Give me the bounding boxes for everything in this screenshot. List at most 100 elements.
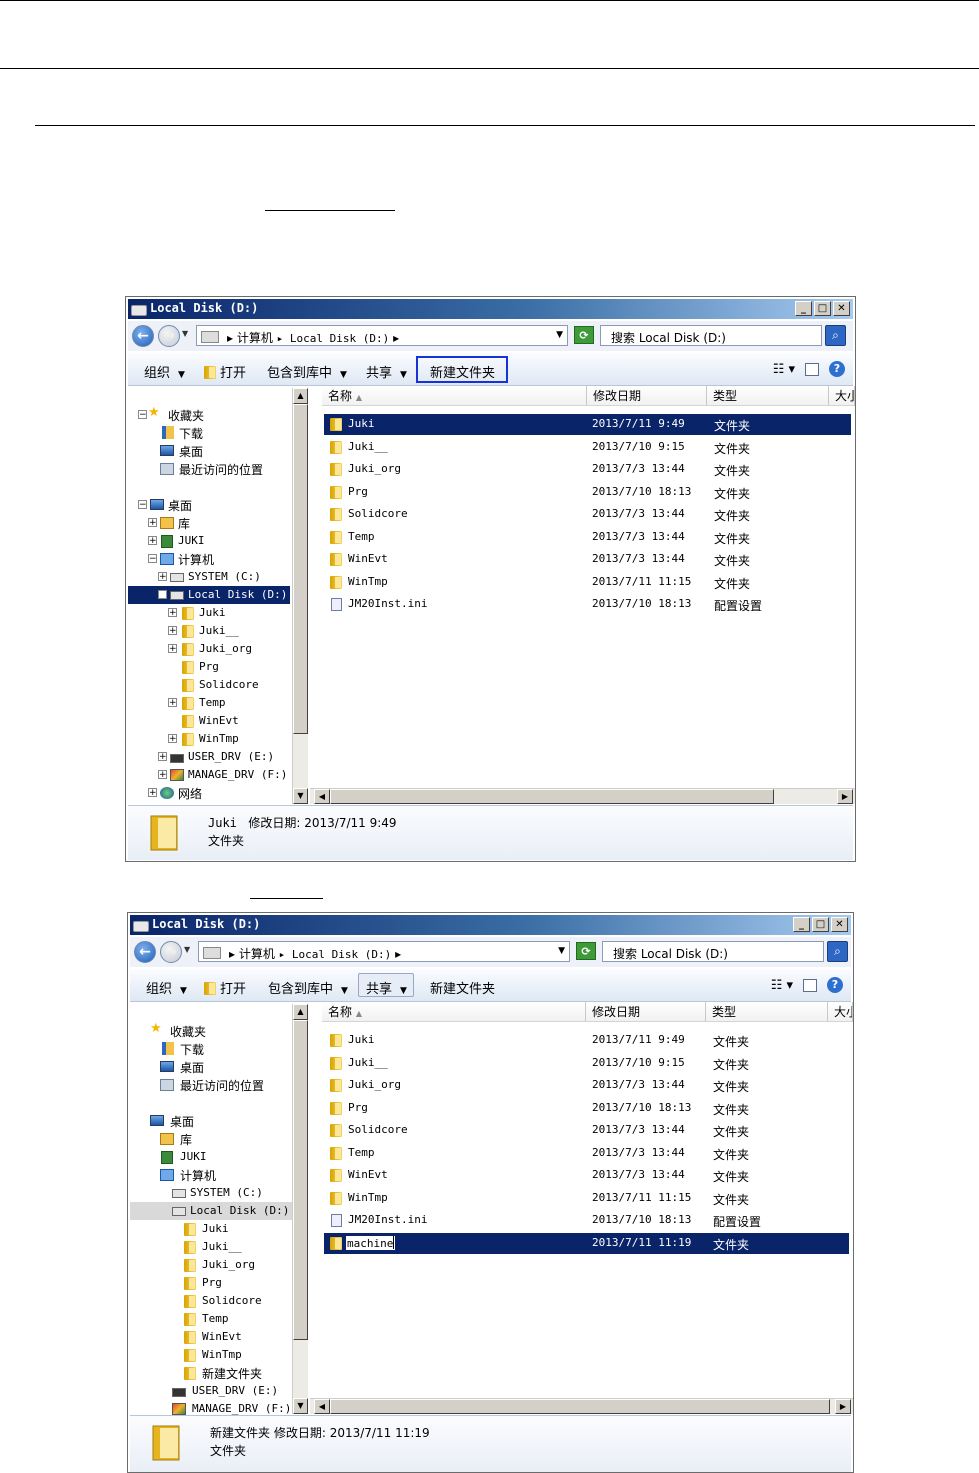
scroll-thumb[interactable] — [330, 789, 774, 804]
breadcrumb-computer[interactable]: ▸ 计算机 — [229, 947, 275, 961]
minimize-button[interactable]: _ — [795, 301, 812, 316]
tree-item-downloads[interactable]: 下载 — [128, 424, 290, 442]
address-field[interactable]: ▸ 计算机 ▸ Local Disk (D:) ▸ ▼ — [196, 325, 568, 346]
file-row[interactable]: Solidcore 2013/7/3 13:44 文件夹 — [324, 1120, 849, 1141]
organize-menu[interactable]: 组织 ▼ — [146, 978, 187, 997]
tree-item-temp[interactable]: Temp — [130, 1310, 292, 1328]
tree-item-user-drv-e[interactable]: + USER_DRV (E:) — [128, 748, 290, 766]
scroll-thumb[interactable] — [293, 404, 308, 734]
rename-input[interactable]: machine — [346, 1236, 396, 1250]
file-row[interactable]: WinEvt 2013/7/3 13:44 文件夹 — [324, 1165, 849, 1186]
search-button[interactable]: ⌕ — [825, 325, 846, 346]
tree-item-winevt[interactable]: WinEvt — [128, 712, 290, 730]
column-header-name[interactable]: 名称 ▲ — [322, 386, 587, 406]
tree-item-solidcore[interactable]: Solidcore — [128, 676, 290, 694]
file-row[interactable]: Juki__ 2013/7/10 9:15 文件夹 — [324, 437, 851, 458]
breadcrumb-chevron[interactable]: ▸ — [393, 331, 399, 345]
file-row[interactable]: JM20Inst.ini 2013/7/10 18:13 配置设置 — [324, 1210, 849, 1231]
column-header-name[interactable]: 名称 ▲ — [322, 1002, 586, 1022]
tree-item-desktop[interactable]: − 桌面 — [128, 496, 290, 514]
file-row[interactable]: Prg 2013/7/10 18:13 文件夹 — [324, 482, 851, 503]
share-menu[interactable]: 共享 ▼ — [366, 978, 407, 997]
open-button[interactable]: 打开 — [204, 362, 246, 381]
tree-item-wintmp[interactable]: + WinTmp — [128, 730, 290, 748]
view-options-icon[interactable]: ☷ ▾ — [771, 978, 793, 993]
search-input[interactable]: 搜索 Local Disk (D:) — [602, 941, 824, 962]
file-row-renaming[interactable]: machine 2013/7/11 11:19 文件夹 — [324, 1233, 849, 1254]
scroll-up-icon[interactable]: ▲ — [293, 1004, 308, 1020]
tree-item-juki-org[interactable]: Juki_org — [130, 1256, 292, 1274]
tree-item-favorites[interactable]: − ★ 收藏夹 — [128, 405, 290, 424]
breadcrumb-local-disk[interactable]: ▸ Local Disk (D:) — [279, 948, 392, 961]
share-menu[interactable]: 共享 ▼ — [366, 362, 407, 381]
column-header-date[interactable]: 修改日期 — [586, 1002, 706, 1022]
tree-item-desktop-fav[interactable]: 桌面 — [130, 1058, 292, 1076]
column-header-type[interactable]: 类型 — [707, 386, 829, 406]
close-button[interactable]: ✕ — [833, 301, 850, 316]
search-button[interactable]: ⌕ — [827, 941, 848, 962]
file-row[interactable]: Juki 2013/7/11 9:49 文件夹 — [324, 1030, 849, 1051]
refresh-button[interactable]: ⟳ — [574, 326, 594, 344]
scroll-down-icon[interactable]: ▼ — [293, 788, 308, 804]
file-row[interactable]: Juki 2013/7/11 9:49 文件夹 — [324, 414, 851, 435]
tree-item-wintmp[interactable]: WinTmp — [130, 1346, 292, 1364]
tree-item-temp[interactable]: + Temp — [128, 694, 290, 712]
tree-item-prg[interactable]: Prg — [130, 1274, 292, 1292]
search-input[interactable]: 搜索 Local Disk (D:) — [600, 325, 822, 346]
new-folder-button[interactable]: 新建文件夹 — [430, 978, 495, 997]
scroll-left-icon[interactable]: ◀ — [314, 789, 330, 804]
file-row[interactable]: WinEvt 2013/7/3 13:44 文件夹 — [324, 549, 851, 570]
file-row[interactable]: Juki__ 2013/7/10 9:15 文件夹 — [324, 1053, 849, 1074]
file-row[interactable]: Prg 2013/7/10 18:13 文件夹 — [324, 1098, 849, 1119]
tree-item-system-c[interactable]: + SYSTEM (C:) — [128, 568, 290, 586]
tree-item-libraries[interactable]: + 库 — [128, 514, 290, 532]
tree-item-desktop[interactable]: 桌面 — [130, 1112, 292, 1130]
tree-item-libraries[interactable]: 库 — [130, 1130, 292, 1148]
file-row[interactable]: WinTmp 2013/7/11 11:15 文件夹 — [324, 572, 851, 593]
file-row[interactable]: Temp 2013/7/3 13:44 文件夹 — [324, 527, 851, 548]
tree-item-juki-underscore[interactable]: Juki__ — [130, 1238, 292, 1256]
tree-item-user-drv-e[interactable]: USER_DRV (E:) — [130, 1382, 292, 1400]
refresh-button[interactable]: ⟳ — [576, 942, 596, 960]
column-header-date[interactable]: 修改日期 — [587, 386, 707, 406]
maximize-button[interactable]: □ — [812, 917, 829, 932]
tree-item-recent-places[interactable]: 最近访问的位置 — [130, 1076, 292, 1094]
tree-item-solidcore[interactable]: Solidcore — [130, 1292, 292, 1310]
file-row[interactable]: Juki_org 2013/7/3 13:44 文件夹 — [324, 1075, 849, 1096]
scroll-right-icon[interactable]: ▶ — [837, 789, 853, 804]
tree-item-juki-folder[interactable]: + Juki — [128, 604, 290, 622]
file-row[interactable]: Juki_org 2013/7/3 13:44 文件夹 — [324, 459, 851, 480]
preview-pane-icon[interactable] — [803, 978, 817, 992]
tree-item-recent-places[interactable]: 最近访问的位置 — [128, 460, 290, 478]
column-header-size[interactable]: 大小 — [828, 1002, 853, 1022]
tree-scrollbar[interactable]: ▲ ▼ — [292, 1004, 308, 1414]
tree-item-desktop-fav[interactable]: 桌面 — [128, 442, 290, 460]
scroll-right-icon[interactable]: ▶ — [835, 1399, 851, 1414]
column-header-size[interactable]: 大小 — [829, 386, 855, 406]
file-list-scrollbar[interactable]: ◀ ▶ — [310, 788, 855, 804]
scroll-thumb[interactable] — [293, 1020, 308, 1340]
minimize-button[interactable]: _ — [793, 917, 810, 932]
recent-pages-dropdown[interactable]: ▼ — [184, 945, 190, 954]
file-row[interactable]: Solidcore 2013/7/3 13:44 文件夹 — [324, 504, 851, 525]
tree-item-manage-drv-f[interactable]: + MANAGE_DRV (F:) — [128, 766, 290, 784]
tree-item-computer[interactable]: 计算机 — [130, 1166, 292, 1184]
preview-pane-icon[interactable] — [805, 362, 819, 376]
organize-menu[interactable]: 组织 ▼ — [144, 362, 185, 381]
file-row[interactable]: Temp 2013/7/3 13:44 文件夹 — [324, 1143, 849, 1164]
include-in-library-menu[interactable]: 包含到库中 ▼ — [267, 362, 347, 381]
tree-item-prg[interactable]: Prg — [128, 658, 290, 676]
back-button[interactable]: ← — [134, 941, 156, 963]
file-row[interactable]: JM20Inst.ini 2013/7/10 18:13 配置设置 — [324, 594, 851, 615]
back-button[interactable]: ← — [132, 325, 154, 347]
tree-item-winevt[interactable]: WinEvt — [130, 1328, 292, 1346]
recent-pages-dropdown[interactable]: ▼ — [182, 329, 188, 338]
tree-item-new-folder[interactable]: 新建文件夹 — [130, 1364, 292, 1382]
file-row[interactable]: WinTmp 2013/7/11 11:15 文件夹 — [324, 1188, 849, 1209]
scroll-thumb[interactable] — [330, 1399, 830, 1414]
tree-item-downloads[interactable]: 下载 — [130, 1040, 292, 1058]
new-folder-button[interactable]: 新建文件夹 — [430, 362, 495, 381]
tree-item-juki-org[interactable]: + Juki_org — [128, 640, 290, 658]
scroll-left-icon[interactable]: ◀ — [314, 1399, 330, 1414]
address-field[interactable]: ▸ 计算机 ▸ Local Disk (D:) ▸ ▼ — [198, 941, 570, 962]
